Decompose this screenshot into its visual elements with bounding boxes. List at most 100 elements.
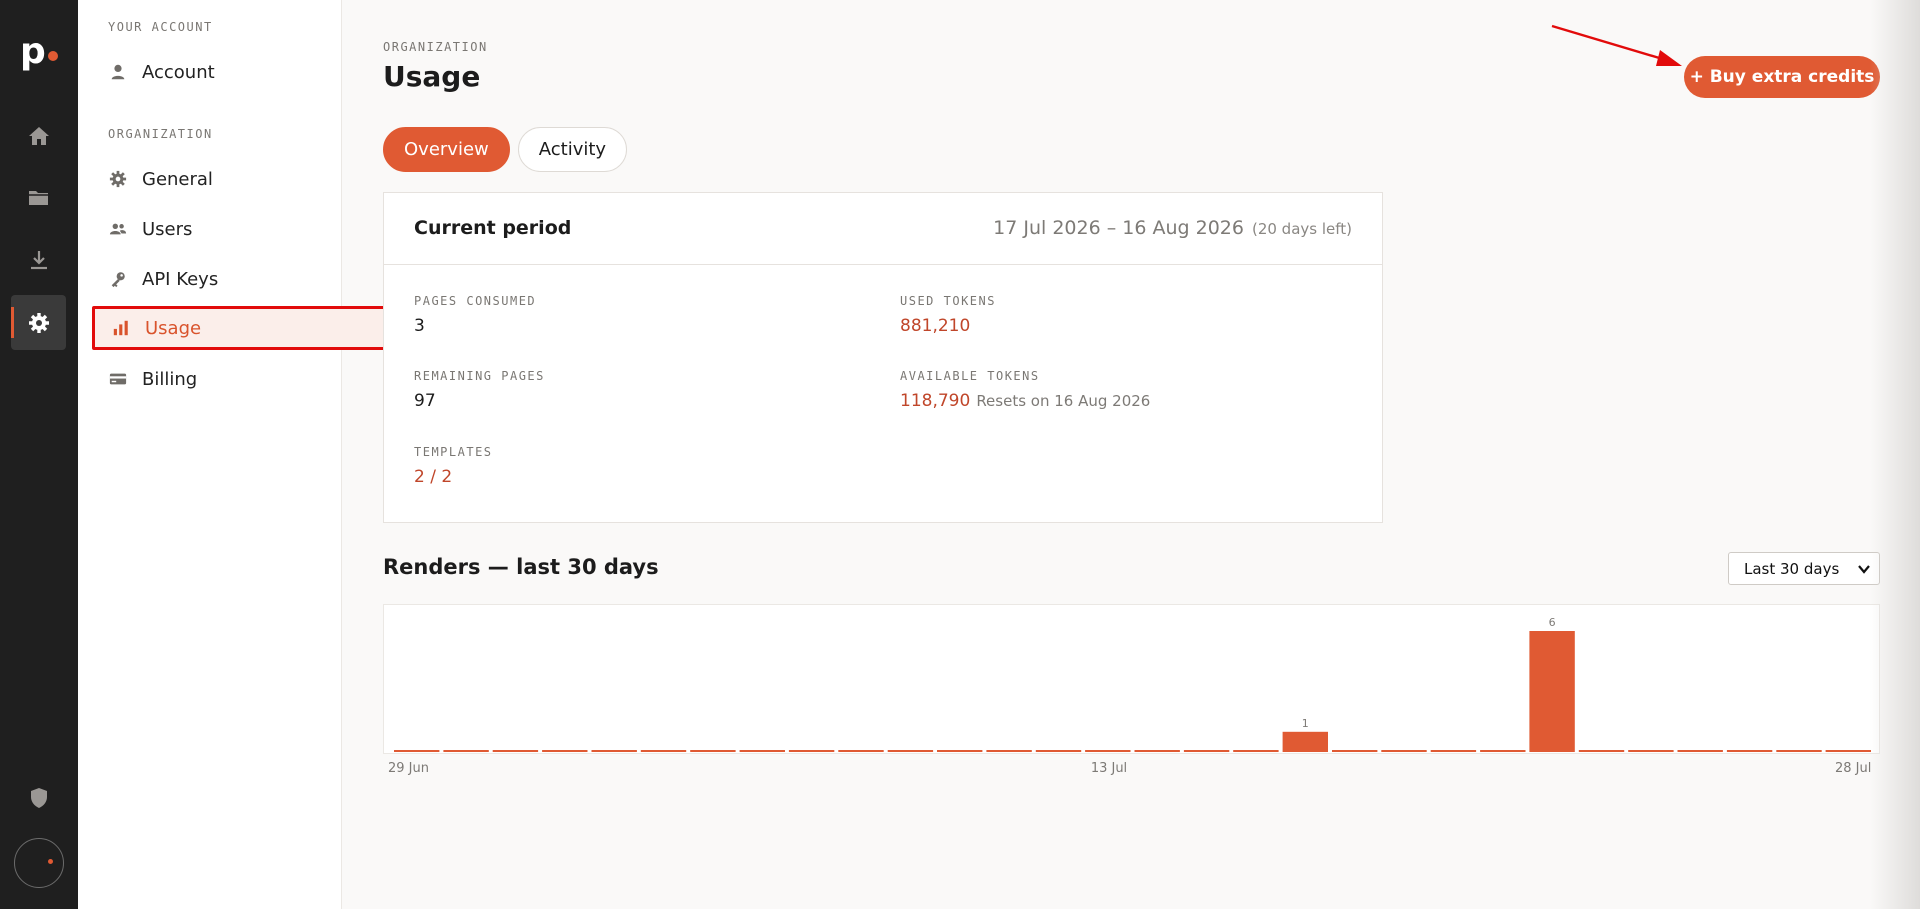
x-tick-label: 13 Jul [1090, 761, 1128, 776]
stat-remaining-pages: REMAINING PAGES 97 [414, 369, 545, 411]
card-header: Current period 17 Jul 2026 – 16 Aug 2026… [384, 193, 1382, 265]
x-tick-label: 29 Jun [388, 761, 429, 776]
users-icon [108, 219, 128, 239]
logo-dot [47, 51, 58, 61]
sidebar-item-label: Billing [142, 368, 198, 390]
person-icon [108, 62, 128, 82]
sidebar-item-api-keys[interactable]: API Keys [108, 261, 218, 297]
gear-icon [28, 312, 49, 333]
chart-bar [1430, 750, 1477, 752]
chart-bar [394, 750, 440, 752]
chevron-down-icon [1858, 565, 1870, 574]
settings-sidebar: YOUR ACCOUNT Account ORGANIZATION Genera… [78, 0, 406, 909]
sidebar-item-account[interactable]: Account [108, 54, 215, 90]
stat-value: 97 [414, 391, 436, 411]
chart-bar [1825, 750, 1871, 752]
renders-chart: 16 [383, 604, 1880, 754]
shield-icon [30, 787, 47, 808]
stat-label: REMAINING PAGES [414, 369, 545, 383]
chart-bar [1628, 750, 1674, 752]
stat-pages-consumed: PAGES CONSUMED 3 [414, 294, 536, 336]
chart-bar [443, 750, 489, 752]
renders-title: Renders — last 30 days [383, 555, 659, 579]
sidebar-item-label: Users [142, 218, 193, 240]
range-select-value: Last 30 days [1744, 559, 1840, 578]
x-tick-label: 28 Jul [1835, 761, 1872, 776]
chart-bar [1480, 750, 1526, 752]
key-icon [108, 269, 128, 289]
bar-chart-icon [111, 318, 131, 338]
security-button[interactable] [11, 770, 66, 825]
home-button[interactable] [11, 108, 66, 163]
chart-bar [1085, 750, 1131, 752]
tab-bar: Overview Activity [383, 127, 628, 172]
tab-activity[interactable]: Activity [517, 127, 628, 172]
stat-available-tokens: AVAILABLE TOKENS 118,790 Resets on 16 Aug… [900, 369, 1150, 411]
stat-value: 2 / 2 [414, 467, 453, 487]
chart-bar [690, 750, 736, 752]
sidebar-item-label: Account [142, 61, 215, 83]
page-title: Usage [383, 60, 481, 93]
chart-bar [640, 750, 687, 752]
logo-letter: p [20, 31, 46, 72]
period-range: 17 Jul 2026 – 16 Aug 2026 (20 days left) [993, 217, 1352, 239]
period-dates: 17 Jul 2026 – 16 Aug 2026 [993, 217, 1244, 239]
section-label: ORGANIZATION [383, 40, 488, 54]
chart-bar [937, 750, 983, 752]
credit-card-icon [108, 369, 128, 389]
app-logo[interactable]: p [20, 34, 58, 70]
chart-bar [1529, 631, 1575, 752]
days-left: (20 days left) [1251, 220, 1352, 238]
resets-note: Resets on 16 Aug 2026 [976, 392, 1151, 410]
sidebar-item-label: Usage [145, 317, 202, 339]
icon-rail: p [0, 0, 78, 909]
chart-bar [1381, 750, 1427, 752]
sidebar-item-billing[interactable]: Billing [108, 361, 197, 397]
chart-data-label: 1 [1302, 717, 1309, 730]
chart-bar [739, 750, 785, 752]
sidebar-item-label: API Keys [142, 268, 219, 290]
chart-bar [986, 750, 1032, 752]
chart-bar [542, 750, 588, 752]
chart-bar [1282, 731, 1328, 752]
settings-button[interactable] [11, 295, 66, 350]
card-title: Current period [414, 217, 572, 239]
chart-bar [887, 750, 934, 752]
chart-bar [1035, 750, 1082, 752]
stat-used-tokens: USED TOKENS 881,210 [900, 294, 996, 336]
stat-label: PAGES CONSUMED [414, 294, 537, 308]
chart-bar [1578, 750, 1625, 752]
downloads-button[interactable] [11, 232, 66, 287]
main-content: ORGANIZATION Usage Overview Activity + B… [342, 0, 1920, 909]
stat-label: TEMPLATES [414, 445, 493, 459]
chart-bar [492, 750, 539, 752]
buy-extra-credits-button[interactable]: + Buy extra credits [1684, 56, 1880, 98]
renders-bar-chart: 16 [394, 616, 1871, 752]
chart-bar [1134, 750, 1180, 752]
sidebar-item-general[interactable]: General [108, 161, 213, 197]
chart-bar [1233, 750, 1279, 752]
download-icon [30, 250, 47, 269]
chart-bar [591, 750, 637, 752]
chart-bar [1183, 750, 1230, 752]
your-account-heading: YOUR ACCOUNT [108, 20, 213, 34]
chart-bar [1677, 750, 1723, 752]
range-select[interactable]: Last 30 days [1728, 552, 1880, 585]
current-period-card: Current period 17 Jul 2026 – 16 Aug 2026… [383, 192, 1383, 523]
sidebar-item-label: General [142, 168, 213, 190]
home-icon [28, 126, 49, 145]
chart-bar [788, 750, 835, 752]
avatar[interactable] [14, 838, 64, 888]
files-button[interactable] [11, 170, 66, 225]
sidebar-item-users[interactable]: Users [108, 211, 192, 247]
stat-value: 3 [414, 316, 425, 336]
stat-label: AVAILABLE TOKENS [900, 369, 1040, 383]
organization-heading: ORGANIZATION [108, 127, 213, 141]
folder-icon [28, 190, 48, 205]
stat-templates: TEMPLATES 2 / 2 [414, 445, 493, 487]
chart-bar [838, 750, 884, 752]
tab-overview[interactable]: Overview [383, 127, 510, 172]
stat-value: 881,210 [900, 316, 971, 336]
annotation-arrow-icon [1551, 24, 1682, 66]
chart-bar [1726, 750, 1773, 752]
